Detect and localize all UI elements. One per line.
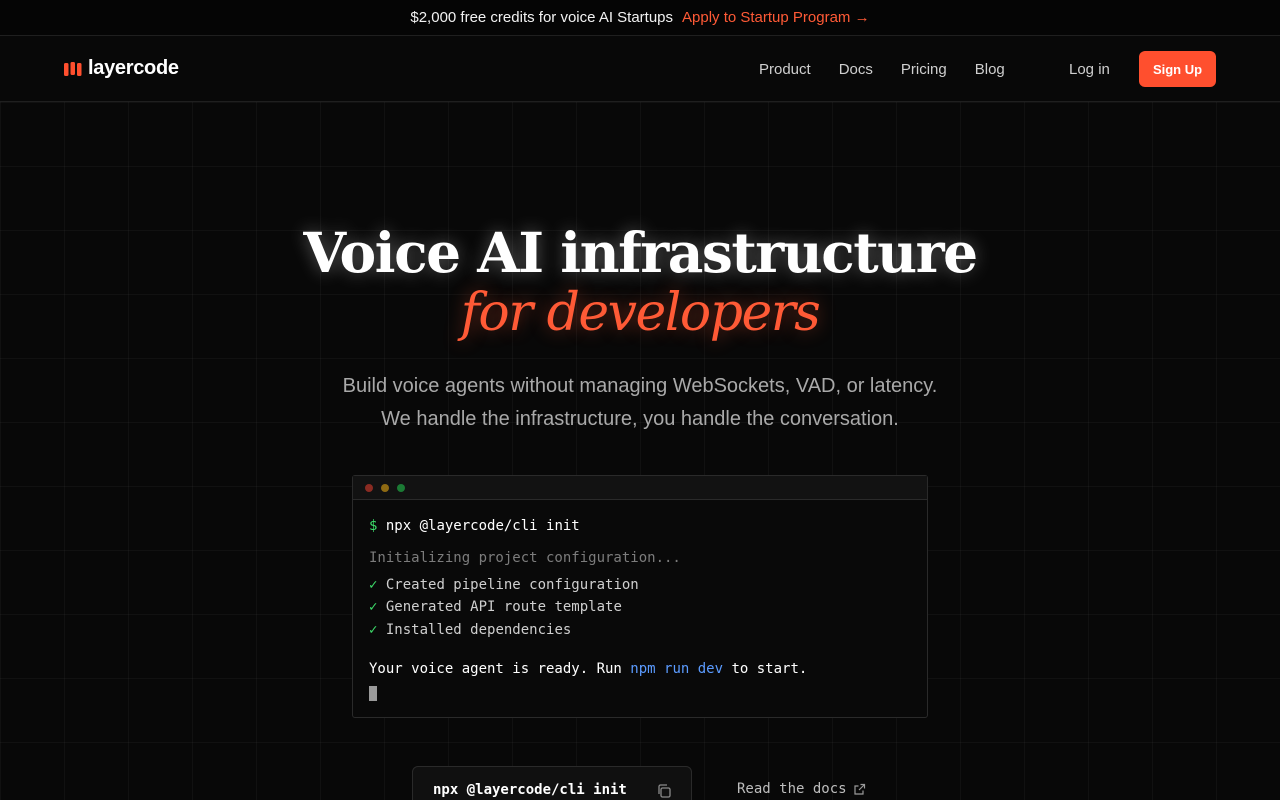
startup-program-link[interactable]: Apply to Startup Program →: [682, 9, 870, 26]
announcement-text: $2,000 free credits for voice AI Startup…: [410, 9, 674, 26]
window-minimize-dot-icon: [381, 483, 389, 492]
terminal-check-line: ✓ Installed dependencies: [369, 622, 571, 638]
check-icon: ✓: [369, 577, 378, 593]
top-nav: layercode Product Docs Pricing Blog Log …: [0, 37, 1280, 102]
hero-subtitle: for developers: [460, 283, 821, 343]
nav-link-pricing[interactable]: Pricing: [901, 61, 947, 78]
check-icon: ✓: [369, 599, 378, 615]
nav-link-docs[interactable]: Docs: [839, 61, 873, 78]
terminal-check-line: ✓ Created pipeline configuration: [369, 577, 639, 593]
cli-command-box: npx @layercode/cli init: [412, 766, 692, 800]
terminal-window: $ npx @layercode/cli init Initializing p…: [352, 475, 928, 718]
terminal-command: npx @layercode/cli init: [385, 518, 580, 534]
window-close-dot-icon: [365, 483, 373, 492]
terminal-command-line: $ npx @layercode/cli init: [369, 518, 580, 534]
external-link-icon: [853, 783, 865, 795]
copy-icon[interactable]: [656, 783, 672, 799]
hero-title: Voice AI infrastructure: [303, 220, 978, 285]
read-docs-link[interactable]: Read the docs: [737, 781, 866, 797]
check-text: Created pipeline configuration: [385, 577, 639, 593]
check-icon: ✓: [369, 622, 378, 638]
check-text: Installed dependencies: [385, 622, 572, 638]
check-text: Generated API route template: [385, 599, 622, 615]
nav-link-blog[interactable]: Blog: [975, 61, 1005, 78]
description-line-2: We handle the infrastructure, you handle…: [381, 408, 899, 430]
nav-link-product[interactable]: Product: [759, 61, 811, 78]
logo-text: layercode: [88, 57, 179, 79]
prompt-symbol: $: [369, 518, 378, 534]
read-docs-label: Read the docs: [737, 781, 847, 797]
terminal-titlebar: [353, 476, 927, 500]
announcement-bar: $2,000 free credits for voice AI Startup…: [0, 0, 1280, 36]
login-link[interactable]: Log in: [1069, 37, 1110, 101]
hero-description: Build voice agents without managing WebS…: [0, 370, 1280, 436]
logo[interactable]: layercode: [64, 57, 179, 80]
description-line-1: Build voice agents without managing WebS…: [342, 375, 938, 397]
nav-links: Product Docs Pricing Blog: [759, 37, 1005, 101]
terminal-cursor: [369, 686, 377, 701]
window-maximize-dot-icon: [397, 483, 405, 492]
terminal-init-line: Initializing project configuration...: [369, 550, 681, 566]
terminal-ready-line: Your voice agent is ready. Run npm run d…: [369, 661, 807, 677]
signup-button[interactable]: Sign Up: [1139, 51, 1216, 87]
cli-command-text: npx @layercode/cli init: [433, 782, 627, 798]
ready-text-end: to start.: [723, 661, 808, 677]
ready-command: npm run dev: [630, 661, 724, 677]
ready-text: Your voice agent is ready. Run: [369, 661, 631, 677]
terminal-check-line: ✓ Generated API route template: [369, 599, 622, 615]
layercode-logo-icon: [64, 61, 82, 76]
